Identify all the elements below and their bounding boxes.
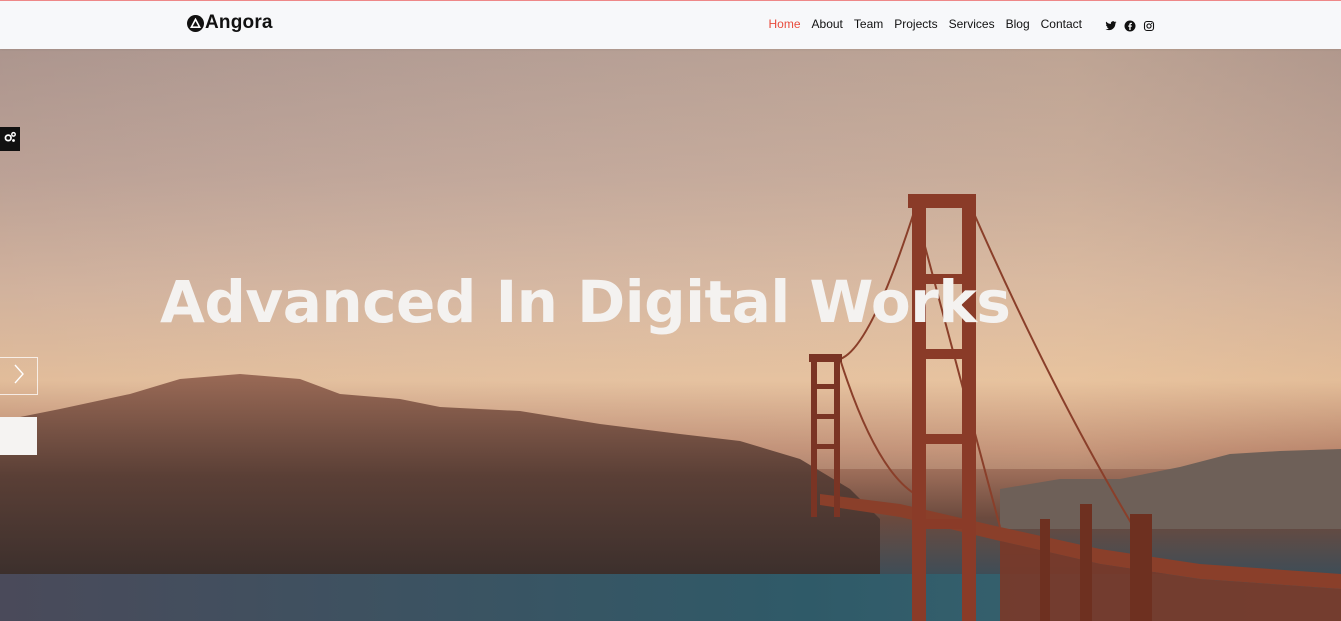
nav-item-home[interactable]: Home [769,17,801,31]
slider-pager-box[interactable] [0,417,37,455]
nav-item-blog[interactable]: Blog [1006,17,1030,31]
navbar: Angora Home About Team Projects Services… [0,1,1341,49]
nav-item-services[interactable]: Services [949,17,995,31]
instagram-icon[interactable] [1143,19,1155,32]
nav-item-contact[interactable]: Contact [1041,17,1082,31]
facebook-icon[interactable] [1124,19,1136,32]
slider-next-button[interactable] [0,357,38,395]
hero-title: Advanced In Digital Works [160,268,1011,336]
settings-toggle[interactable] [0,127,20,151]
nav-item-about[interactable]: About [812,17,843,31]
nav-item-team[interactable]: Team [854,17,883,31]
brand-logo[interactable]: Angora [187,12,273,34]
social-links [1105,19,1155,32]
angora-logo-icon [187,14,204,32]
hero-banner: Advanced In Digital Works [0,49,1341,621]
chevron-right-icon [12,363,26,390]
main-menu: Home About Team Projects Services Blog C… [758,17,1082,31]
brand-name: Angora [205,12,273,33]
gears-icon [3,130,17,149]
nav-item-projects[interactable]: Projects [894,17,937,31]
twitter-icon[interactable] [1105,19,1117,31]
